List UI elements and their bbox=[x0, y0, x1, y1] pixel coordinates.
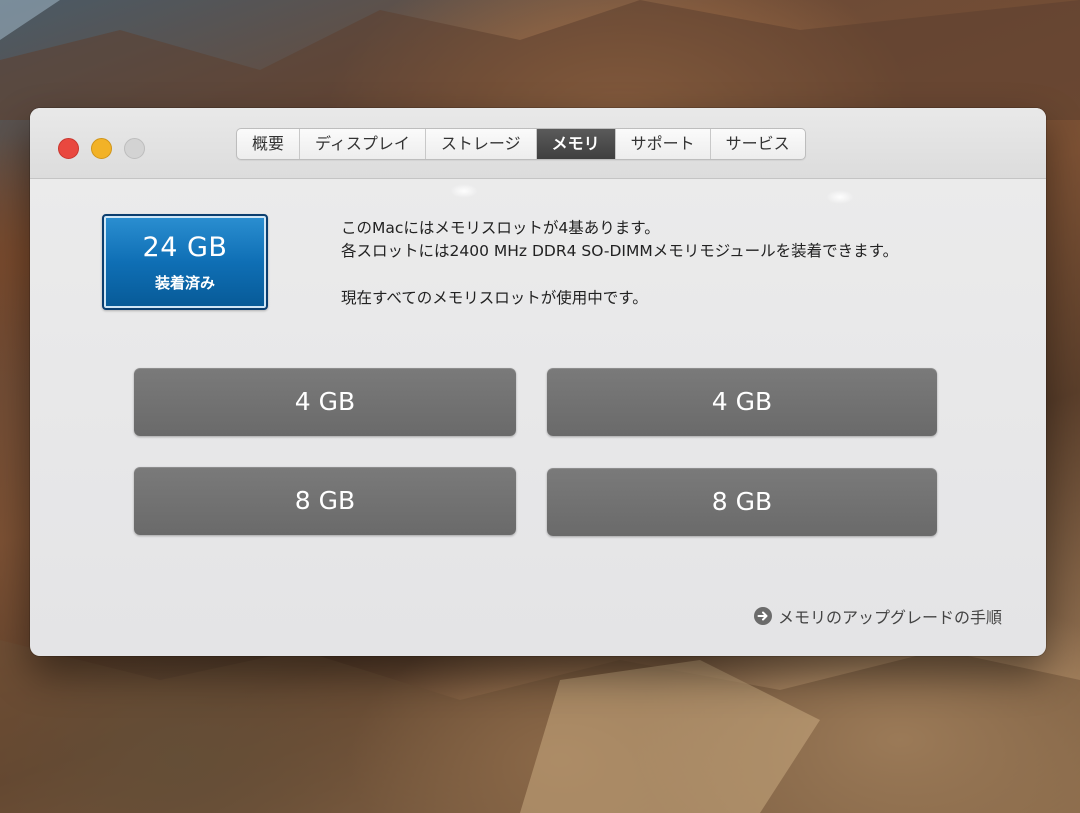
close-window-button[interactable] bbox=[58, 138, 79, 159]
memory-upgrade-instructions-link[interactable]: メモリのアップグレードの手順 bbox=[753, 604, 1002, 628]
memory-capacity-badge: 24 GB 装着済み bbox=[102, 214, 268, 310]
memory-slot: 4 GB bbox=[134, 368, 516, 436]
memory-slot: 8 GB bbox=[547, 468, 937, 536]
minimize-window-button[interactable] bbox=[91, 138, 112, 159]
tab-overview[interactable]: 概要 bbox=[237, 129, 301, 159]
screen-glare bbox=[450, 184, 478, 198]
memory-total: 24 GB bbox=[142, 232, 228, 263]
upgrade-link-label: メモリのアップグレードの手順 bbox=[777, 608, 1002, 627]
tab-storage[interactable]: ストレージ bbox=[426, 129, 537, 159]
tab-bar: 概要 ディスプレイ ストレージ メモリ サポート サービス bbox=[236, 128, 806, 160]
about-this-mac-window: 概要 ディスプレイ ストレージ メモリ サポート サービス 24 GB 装着済み… bbox=[30, 108, 1046, 656]
memory-installed-label: 装着済み bbox=[154, 274, 215, 292]
memory-slot-count-text: このMacにはメモリスロットが4基あります。 bbox=[341, 219, 660, 237]
tab-memory[interactable]: メモリ bbox=[536, 129, 616, 159]
tab-service[interactable]: サービス bbox=[711, 129, 805, 159]
memory-module-spec-text: 各スロットには2400 MHz DDR4 SO-DIMMメモリモジュールを装着で… bbox=[341, 242, 899, 260]
memory-slot-usage-text: 現在すべてのメモリスロットが使用中です。 bbox=[341, 289, 648, 307]
zoom-window-button[interactable] bbox=[124, 138, 145, 159]
tab-displays[interactable]: ディスプレイ bbox=[300, 129, 426, 159]
tab-support[interactable]: サポート bbox=[616, 129, 711, 159]
screen-glare bbox=[826, 190, 854, 204]
title-bar: 概要 ディスプレイ ストレージ メモリ サポート サービス bbox=[30, 108, 1046, 179]
memory-slot: 8 GB bbox=[134, 467, 516, 535]
memory-slot: 4 GB bbox=[547, 368, 937, 436]
arrow-right-circle-icon bbox=[753, 607, 772, 625]
